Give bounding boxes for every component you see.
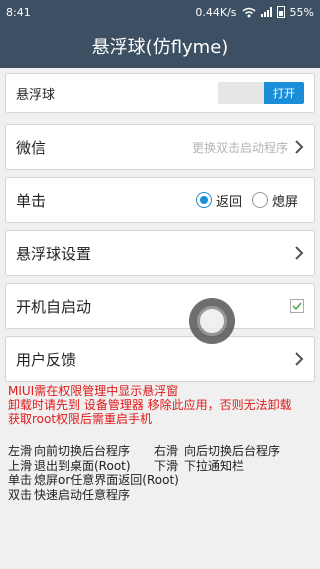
- page-title: 悬浮球(仿flyme): [91, 37, 229, 58]
- network-speed: 0.44K/s: [195, 5, 237, 19]
- checkmark-icon: [292, 302, 302, 311]
- feedback-label: 用户反馈: [16, 350, 77, 369]
- status-time: 8:41: [6, 5, 31, 19]
- radio-screen-off-label: 熄屏: [271, 194, 298, 210]
- radio-screen-off[interactable]: [251, 192, 268, 208]
- feedback-row[interactable]: 用户反馈: [5, 336, 315, 382]
- wechat-row[interactable]: 微信 更换双击启动程序: [5, 124, 315, 170]
- note-line: 获取root权限后需重启手机: [8, 412, 153, 426]
- floating-ball[interactable]: [189, 298, 235, 344]
- float-ball-label: 悬浮球: [16, 87, 56, 103]
- ball-settings-label: 悬浮球设置: [16, 244, 92, 263]
- note-line: MIUI需在权限管理中显示悬浮窗: [8, 384, 179, 398]
- status-bar: 8:41 0.44K/s 55%: [0, 0, 320, 24]
- radio-back[interactable]: [195, 192, 212, 208]
- float-ball-toggle[interactable]: 打开: [218, 82, 304, 104]
- gesture-row: 上滑 退出到桌面(Root) 下滑 下拉通知栏: [8, 458, 245, 473]
- autostart-row[interactable]: 开机自启动: [5, 283, 315, 329]
- gesture-row: 左滑 向前切换后台程序 右滑 向后切换后台程序: [8, 444, 281, 458]
- autostart-label: 开机自启动: [16, 297, 92, 316]
- ball-settings-row[interactable]: 悬浮球设置: [5, 230, 315, 276]
- note-line: 卸载时请先到 设备管理器 移除此应用，否则无法卸载: [8, 398, 292, 412]
- signal-icon: [260, 7, 272, 17]
- battery-icon: [276, 6, 285, 18]
- battery-level: 55%: [289, 5, 314, 19]
- wifi-icon: [242, 7, 256, 17]
- single-tap-label: 单击: [16, 191, 47, 210]
- float-ball-row: 悬浮球 打开: [5, 73, 315, 113]
- wechat-label: 微信: [16, 138, 47, 157]
- gesture-row: 单击 熄屏or任意界面返回(Root): [8, 473, 179, 487]
- radio-back-label: 返回: [215, 194, 242, 210]
- single-tap-row: 单击 返回 熄屏: [5, 177, 315, 223]
- app-bar: 悬浮球(仿flyme): [0, 24, 320, 68]
- gesture-row: 双击 快速启动任意程序: [8, 487, 131, 502]
- chevron-right-icon: [295, 246, 304, 260]
- single-tap-options: 返回 熄屏: [195, 191, 304, 210]
- gesture-help: 左滑 向前切换后台程序 右滑 向后切换后台程序 上滑 退出到桌面(Root) 下…: [8, 444, 314, 502]
- toggle-on-label: 打开: [264, 82, 304, 104]
- chevron-right-icon: [295, 352, 304, 366]
- warning-notes: MIUI需在权限管理中显示悬浮窗 卸载时请先到 设备管理器 移除此应用，否则无法…: [8, 384, 314, 426]
- autostart-checkbox[interactable]: [290, 299, 304, 313]
- chevron-right-icon: [295, 140, 304, 154]
- status-icons: 0.44K/s 55%: [195, 6, 314, 19]
- wechat-hint: 更换双击启动程序: [191, 140, 288, 155]
